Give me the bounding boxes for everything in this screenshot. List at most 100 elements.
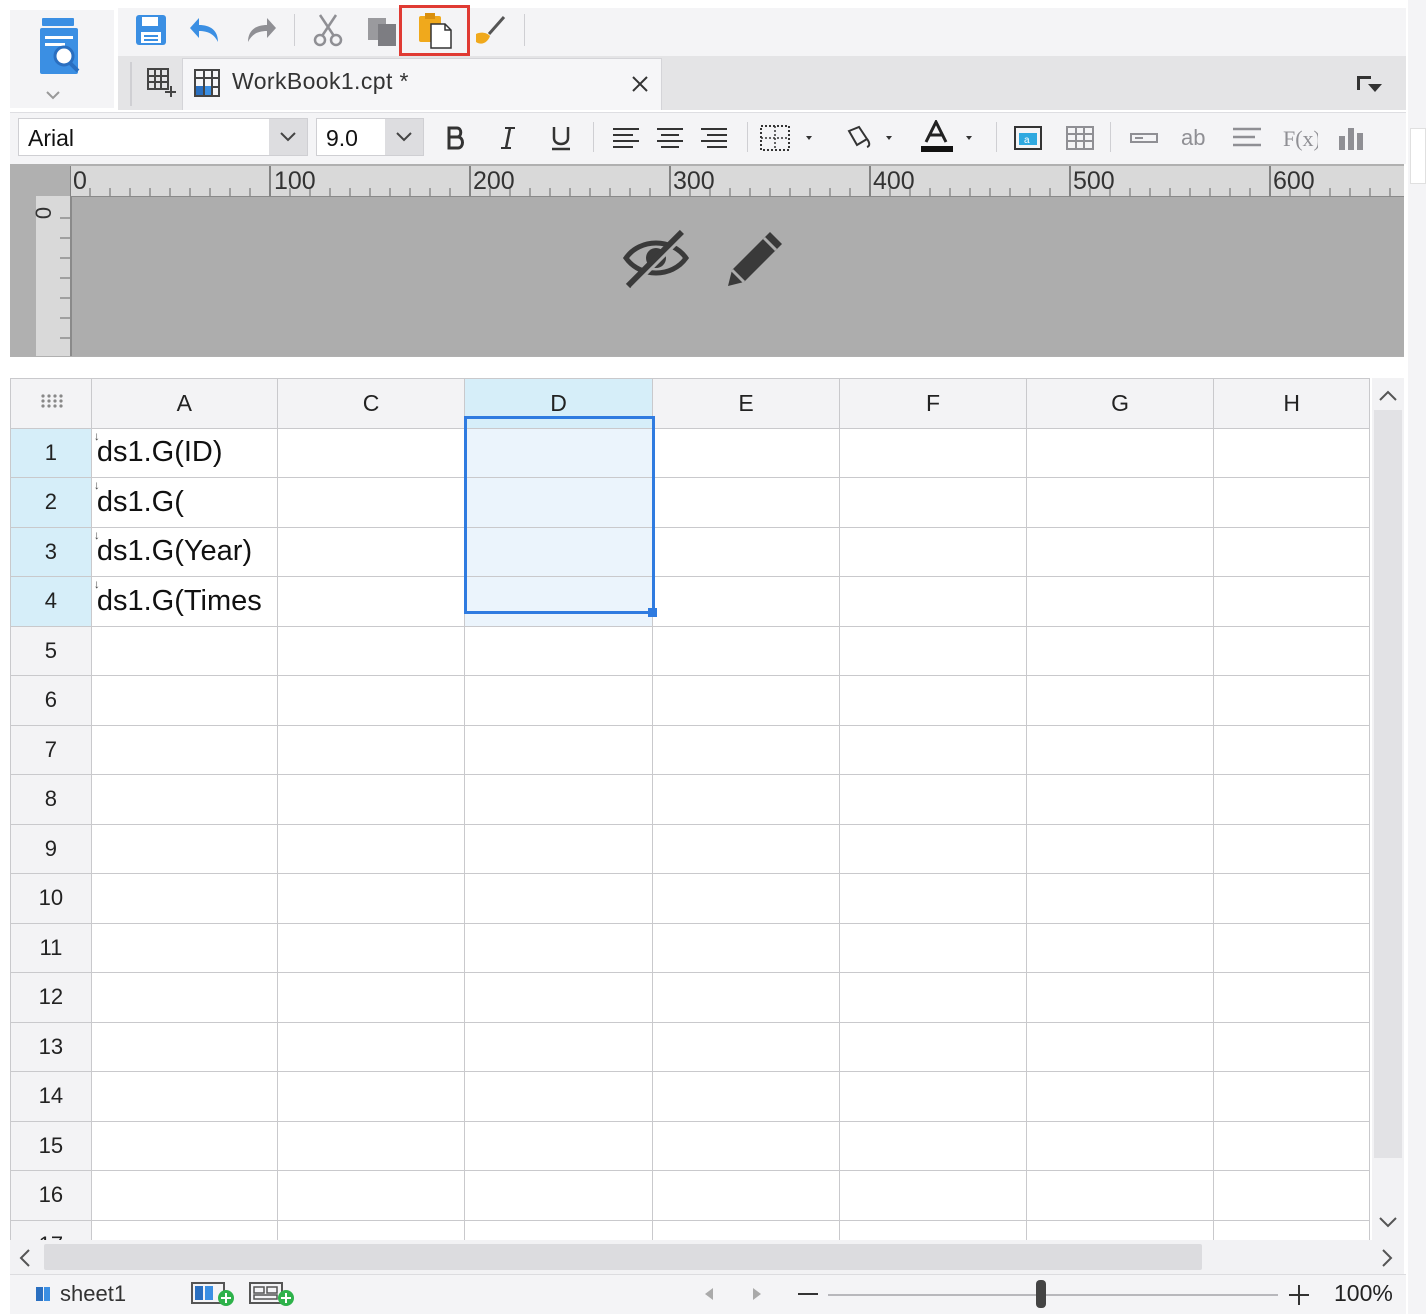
grid-cell[interactable] — [276, 675, 466, 726]
scroll-left-button[interactable] — [14, 1246, 36, 1270]
grid-cell[interactable] — [1213, 625, 1370, 676]
grid-cell[interactable] — [90, 774, 278, 825]
grid-cell[interactable] — [651, 774, 841, 825]
grid-cell[interactable] — [839, 625, 1027, 676]
grid-cell[interactable] — [1025, 1219, 1215, 1240]
grid-cell[interactable] — [276, 972, 466, 1023]
grid-cell[interactable] — [1025, 625, 1215, 676]
fill-color-button[interactable] — [838, 118, 902, 158]
row-header[interactable]: 12 — [10, 972, 92, 1023]
grid-cell[interactable] — [1213, 477, 1370, 528]
grid-cell[interactable] — [1213, 873, 1370, 924]
grid-cell[interactable] — [839, 972, 1027, 1023]
next-sheet-button[interactable] — [748, 1284, 766, 1304]
grid-cell[interactable] — [464, 675, 653, 726]
grid-cell[interactable] — [464, 873, 653, 924]
grid-cell[interactable] — [1213, 1170, 1370, 1221]
column-header-f[interactable]: F — [839, 378, 1027, 429]
row-header[interactable]: 13 — [10, 1021, 92, 1072]
grid-cell[interactable] — [839, 1219, 1027, 1240]
grid-cell[interactable] — [276, 1021, 466, 1072]
grid-cell[interactable] — [464, 1071, 653, 1122]
border-button[interactable] — [756, 118, 820, 158]
grid-cell[interactable] — [839, 774, 1027, 825]
grid-cell[interactable] — [90, 972, 278, 1023]
grid-cell[interactable] — [90, 724, 278, 775]
grid-cell[interactable] — [90, 1120, 278, 1171]
preview-button[interactable] — [28, 16, 90, 102]
row-header[interactable]: 1 — [10, 427, 92, 478]
undo-button[interactable] — [186, 10, 226, 50]
underline-button[interactable] — [541, 118, 581, 158]
grid-cell[interactable] — [1213, 1021, 1370, 1072]
grid-cell[interactable] — [464, 1120, 653, 1171]
grid-cell[interactable] — [276, 1120, 466, 1171]
grid-cell[interactable] — [1213, 526, 1370, 577]
add-sheet-button[interactable] — [190, 1280, 236, 1308]
row-header[interactable]: 16 — [10, 1170, 92, 1221]
grid-cell[interactable] — [276, 427, 466, 478]
scroll-down-button[interactable] — [1376, 1212, 1400, 1232]
row-header[interactable]: 17 — [10, 1219, 92, 1240]
cut-button[interactable] — [308, 10, 348, 50]
column-header-a[interactable]: A — [90, 378, 278, 429]
row-header[interactable]: 9 — [10, 823, 92, 874]
grid-cell[interactable] — [651, 675, 841, 726]
column-header-h[interactable]: H — [1213, 378, 1370, 429]
font-size-select[interactable]: 9.0 — [316, 118, 424, 156]
grid-cell[interactable] — [276, 625, 466, 676]
grid-cell[interactable] — [1025, 823, 1215, 874]
grid-cell[interactable] — [1025, 675, 1215, 726]
grid-cell[interactable] — [651, 922, 841, 973]
grid-cell[interactable] — [276, 774, 466, 825]
grid-cell[interactable] — [651, 477, 841, 528]
grid-cell[interactable] — [276, 1219, 466, 1240]
grid-cell[interactable] — [1025, 972, 1215, 1023]
grid-cell[interactable] — [464, 1170, 653, 1221]
grid-cell[interactable] — [1025, 427, 1215, 478]
grid-cell[interactable] — [1025, 1120, 1215, 1171]
grid-cell[interactable] — [1213, 972, 1370, 1023]
row-header[interactable]: 8 — [10, 774, 92, 825]
grid-cell[interactable] — [651, 625, 841, 676]
grid-cell[interactable] — [651, 873, 841, 924]
vertical-scroll-track[interactable] — [1374, 410, 1402, 1158]
grid-cell[interactable] — [1213, 427, 1370, 478]
scroll-up-button[interactable] — [1376, 386, 1400, 406]
grid-cell[interactable] — [651, 823, 841, 874]
edit-header-button[interactable] — [720, 224, 790, 292]
grid-cell[interactable] — [1213, 576, 1370, 627]
zoom-in-button[interactable] — [1286, 1282, 1312, 1308]
row-header[interactable]: 5 — [10, 625, 92, 676]
row-header[interactable]: 7 — [10, 724, 92, 775]
grid-cell[interactable] — [1213, 922, 1370, 973]
add-form-sheet-button[interactable] — [248, 1280, 296, 1308]
copy-button[interactable] — [362, 10, 402, 50]
grid-cell[interactable] — [464, 477, 653, 528]
grid-cell[interactable] — [839, 1120, 1027, 1171]
grid-cell[interactable] — [276, 724, 466, 775]
grid-cell[interactable] — [839, 922, 1027, 973]
align-center-button[interactable] — [650, 118, 690, 158]
new-workbook-button[interactable] — [141, 62, 181, 102]
grid-cell[interactable] — [1213, 675, 1370, 726]
grid-cell[interactable] — [651, 1170, 841, 1221]
horizontal-scroll-thumb[interactable] — [44, 1244, 1202, 1270]
grid-cell[interactable] — [1213, 724, 1370, 775]
grid-cell[interactable] — [464, 972, 653, 1023]
sheet-tab-sheet1[interactable]: sheet1 — [30, 1276, 168, 1312]
format-painter-button[interactable] — [470, 10, 510, 50]
align-right-button[interactable] — [694, 118, 734, 158]
grid-cell[interactable]: ↓ ds1.G(Year) — [90, 526, 278, 577]
grid-cell[interactable] — [651, 526, 841, 577]
insert-table-button[interactable] — [1060, 118, 1100, 158]
hide-header-button[interactable] — [620, 226, 692, 290]
grid-cell[interactable] — [464, 823, 653, 874]
prev-sheet-button[interactable] — [700, 1284, 718, 1304]
grid-cell[interactable] — [839, 724, 1027, 775]
grid-cell[interactable] — [839, 675, 1027, 726]
grid-cell[interactable] — [1025, 576, 1215, 627]
grid-cell[interactable] — [276, 922, 466, 973]
align-left-button[interactable] — [606, 118, 646, 158]
grid-cell[interactable] — [90, 1170, 278, 1221]
